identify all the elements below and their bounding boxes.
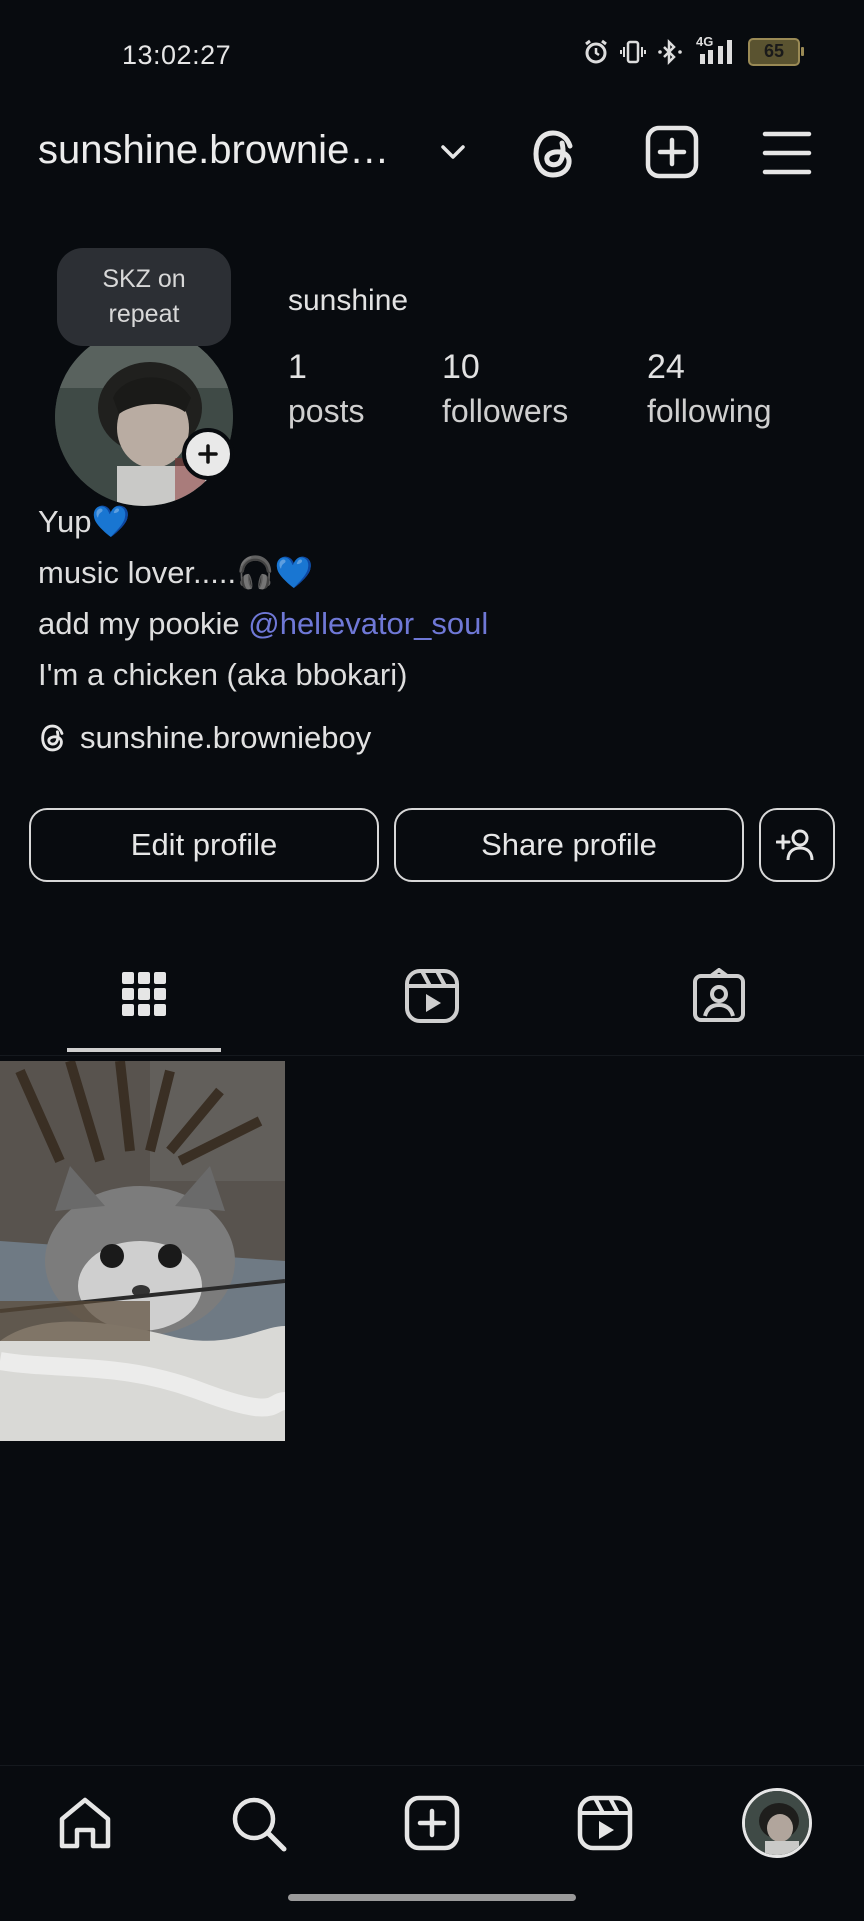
bluetooth-icon — [658, 38, 682, 66]
account-switcher-username[interactable]: sunshine.brownie… — [38, 128, 389, 173]
reels-icon[interactable] — [404, 968, 460, 1024]
status-time: 13:02:27 — [122, 40, 232, 70]
posts-count: 1 — [288, 348, 307, 386]
status-icons: 4G 65 — [582, 34, 804, 66]
threads-profile-link[interactable]: sunshine.brownieboy — [38, 720, 371, 756]
bio-text: add my pookie — [38, 606, 249, 641]
vibrate-icon — [620, 40, 646, 64]
discover-people-button[interactable] — [759, 808, 835, 882]
home-icon[interactable] — [57, 1795, 113, 1851]
share-profile-button[interactable]: Share profile — [394, 808, 744, 882]
post-thumbnail[interactable] — [0, 1061, 285, 1441]
following-stat[interactable]: 24 following — [647, 348, 772, 430]
threads-icon — [41, 724, 64, 752]
following-count: 24 — [647, 348, 685, 386]
threads-handle: sunshine.brownieboy — [80, 720, 372, 755]
create-post-icon[interactable] — [644, 124, 700, 180]
threads-icon[interactable] — [530, 124, 582, 184]
alarm-icon — [585, 39, 607, 64]
bio-line: I'm a chicken (aka bbokari) — [38, 657, 408, 692]
bio-line: Yup💙 — [38, 504, 131, 539]
active-tab-indicator — [67, 1048, 221, 1052]
bio-line: add my pookie @hellevator_soul — [38, 598, 488, 649]
menu-icon[interactable] — [762, 130, 812, 176]
search-icon[interactable] — [230, 1795, 288, 1853]
avatar-photo — [745, 1791, 809, 1855]
tagged-icon[interactable] — [692, 968, 746, 1024]
plus-icon — [198, 444, 218, 464]
divider — [0, 1055, 864, 1056]
add-person-icon — [776, 829, 814, 861]
followers-count: 10 — [442, 348, 480, 386]
add-story-button[interactable] — [182, 428, 234, 480]
bio-line: music lover.....🎧💙 — [38, 555, 314, 590]
display-name: sunshine — [288, 284, 409, 317]
signal-icon: 4G — [694, 34, 738, 66]
posts-stat[interactable]: 1 posts — [288, 348, 364, 430]
chevron-down-icon[interactable] — [438, 140, 468, 164]
battery-level: 65 — [763, 41, 785, 61]
note-text: SKZ on repeat — [102, 265, 186, 328]
mention-link[interactable]: @hellevator_soul — [248, 606, 488, 641]
posts-label: posts — [288, 393, 365, 429]
reels-icon[interactable] — [577, 1795, 633, 1851]
grid-icon[interactable] — [121, 968, 167, 1020]
create-icon[interactable] — [404, 1795, 460, 1851]
following-label: following — [647, 393, 772, 429]
battery-icon: 65 — [748, 38, 804, 66]
followers-label: followers — [442, 393, 569, 429]
bio: Yup💙 music lover.....🎧💙 add my pookie @h… — [38, 496, 488, 700]
profile-note[interactable]: SKZ on repeat — [57, 248, 231, 346]
edit-profile-button[interactable]: Edit profile — [29, 808, 379, 882]
post-image — [0, 1061, 285, 1441]
home-indicator — [288, 1894, 576, 1901]
profile-avatar[interactable] — [742, 1788, 812, 1858]
followers-stat[interactable]: 10 followers — [442, 348, 568, 430]
